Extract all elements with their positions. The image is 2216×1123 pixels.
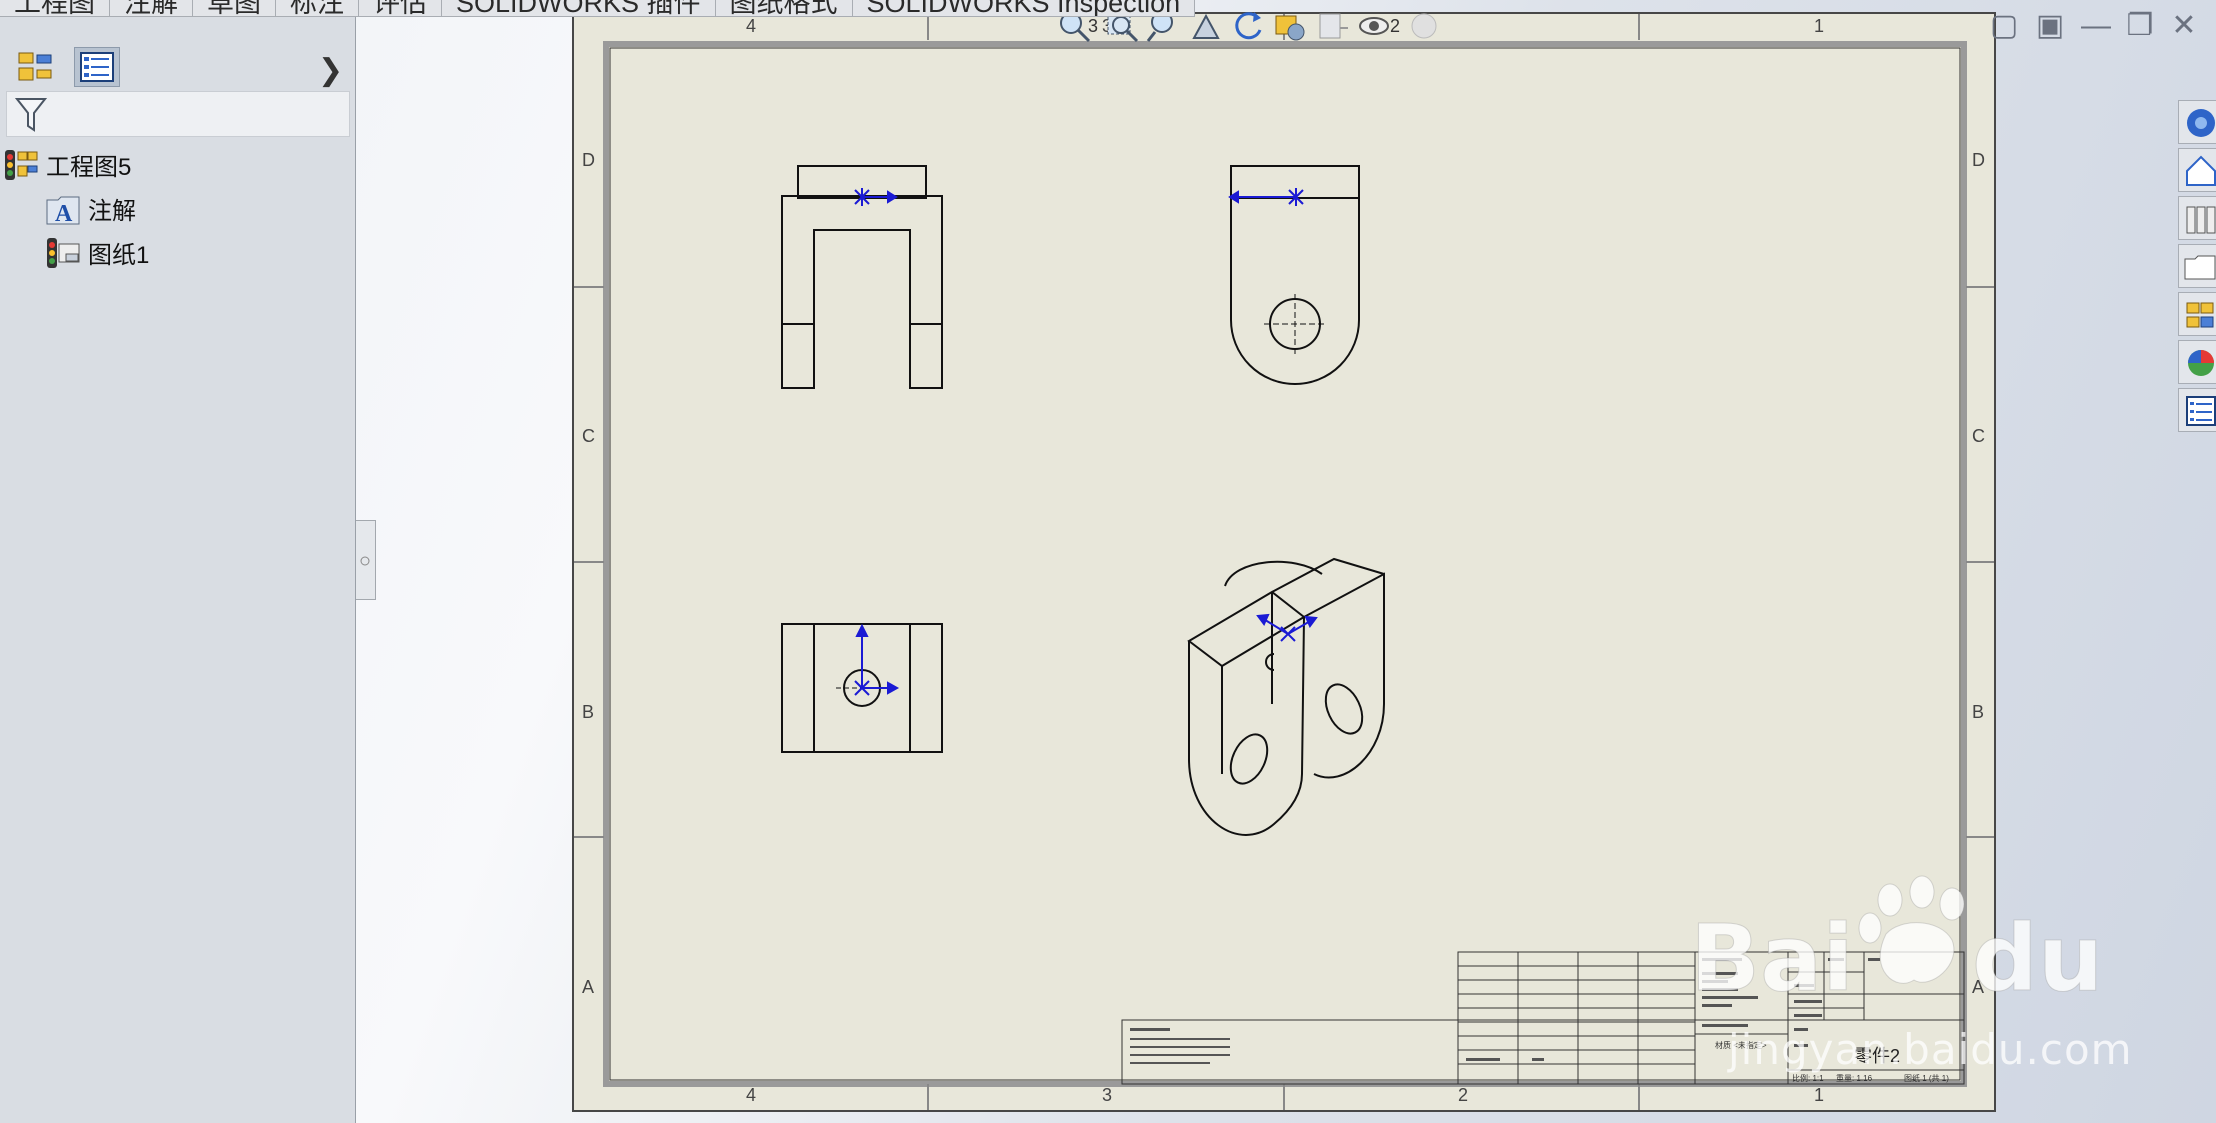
close-icon[interactable]: ✕ (2166, 8, 2202, 44)
section-view-icon[interactable] (1314, 8, 1350, 44)
drawing-sheet[interactable]: 4 3 1 4 3 2 1 D C B A D C B A 零件2 材质 <未指… (572, 12, 1996, 1112)
feature-manager-icon[interactable] (12, 47, 58, 87)
feature-manager-panel: ❯ 工程图5 A 注解 图纸1 (0, 17, 356, 1123)
tree-item-sheet1[interactable]: 图纸1 (46, 235, 149, 270)
tab-sketch[interactable]: 草图 (193, 0, 276, 17)
zone-col-label: 2 (1458, 1085, 1469, 1105)
title-sheet-number: 图纸 1 (共 1) (1904, 1074, 1949, 1083)
tile-icon[interactable]: ▣ (2032, 8, 2068, 44)
chevron-right-icon[interactable]: ❯ (318, 53, 343, 88)
zone-row-label: B (582, 702, 595, 722)
design-library-icon[interactable] (2178, 196, 2216, 240)
zone-row-label: D (1972, 150, 1985, 170)
tree-item-annotations[interactable]: A 注解 (46, 191, 136, 227)
sheet-graphics (574, 14, 1994, 1110)
annotation-folder-icon: A (46, 192, 80, 227)
rotate-view-icon[interactable] (1230, 8, 1266, 44)
filter-bar[interactable] (6, 91, 350, 137)
file-explorer-icon[interactable] (2178, 244, 2216, 288)
appearances-icon[interactable] (2178, 340, 2216, 384)
appearance-icon[interactable] (1406, 8, 1442, 44)
zone-row-label: D (582, 150, 595, 170)
title-weight: 重量: 1.16 (1836, 1074, 1873, 1083)
zone-row-label: A (1972, 977, 1985, 997)
tree-item-label: 注解 (88, 198, 136, 225)
origin-marker (854, 188, 898, 206)
zone-row-label: C (1972, 426, 1985, 446)
view-palette-icon[interactable] (2178, 292, 2216, 336)
drawing-document-icon (4, 148, 38, 182)
tab-dimension[interactable]: 标注 (276, 0, 359, 17)
tab-drawing[interactable]: 工程图 (0, 0, 110, 17)
task-pane (2178, 100, 2216, 436)
minimize-icon[interactable]: — (2078, 8, 2114, 44)
maximize-icon[interactable]: ❐ (2122, 8, 2158, 44)
tree-root-drawing[interactable]: 工程图5 (4, 147, 131, 182)
tab-inspection[interactable]: SOLIDWORKS Inspection (852, 0, 1196, 17)
sheet-icon (46, 236, 80, 270)
zone-col-label: 4 (746, 16, 757, 36)
tab-sheet-format[interactable]: 图纸格式 (715, 0, 853, 17)
zone-col-label: 4 (746, 1085, 757, 1105)
zone-col-label: 1 (1814, 16, 1825, 36)
isometric-view (1187, 557, 1385, 836)
watermark-url: jingyan.baidu.com (1728, 1025, 2133, 1074)
title-scale: 比例: 1:1 (1792, 1074, 1824, 1083)
zone-row-label: C (582, 426, 595, 446)
command-manager-tabs: 工程图 注解 草图 标注 评估 SOLIDWORKS 插件 图纸格式 SOLID… (0, 0, 1196, 17)
display-style-icon[interactable] (1272, 8, 1308, 44)
custom-properties-icon[interactable] (2178, 388, 2216, 432)
tree-item-label: 图纸1 (88, 242, 150, 269)
property-manager-icon[interactable] (74, 47, 120, 87)
zone-row-label: B (1972, 702, 1985, 722)
tab-addins[interactable]: SOLIDWORKS 插件 (442, 0, 716, 17)
tab-evaluate[interactable]: 评估 (359, 0, 442, 17)
solidworks-resources-icon[interactable] (2178, 100, 2216, 144)
restore-pane-icon[interactable]: ▢ (1986, 8, 2022, 44)
panel-splitter-handle[interactable] (356, 520, 376, 600)
tab-annotation[interactable]: 注解 (110, 0, 193, 17)
zone-col-label: 1 (1814, 1085, 1825, 1105)
zone-col-label: 3 (1102, 1085, 1113, 1105)
hide-show-icon[interactable] (1356, 8, 1392, 44)
tree-root-label: 工程图5 (46, 154, 132, 181)
filter-icon[interactable] (15, 96, 47, 134)
svg-text:A: A (55, 201, 73, 226)
home-icon[interactable] (2178, 148, 2216, 192)
zone-row-label: A (582, 977, 595, 997)
